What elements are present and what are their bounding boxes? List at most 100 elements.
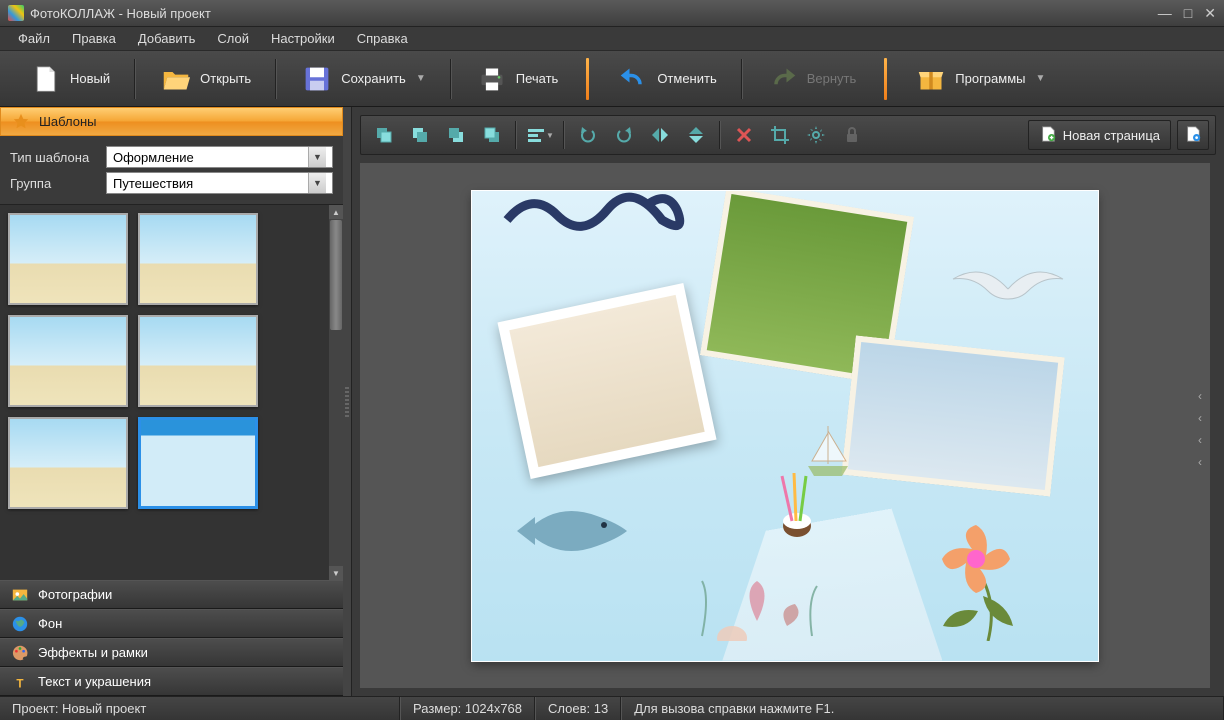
svg-text:T: T: [16, 677, 24, 690]
close-button[interactable]: ✕: [1204, 5, 1216, 22]
menu-help[interactable]: Справка: [347, 28, 418, 49]
right-tab[interactable]: ‹: [1198, 455, 1210, 463]
scrollbar[interactable]: ▲ ▼: [329, 205, 343, 580]
sidebar: Шаблоны Тип шаблона Оформление ▼ Группа …: [0, 107, 352, 696]
template-thumb[interactable]: [8, 315, 128, 407]
programs-label: Программы: [955, 71, 1025, 86]
group-label: Группа: [10, 176, 100, 191]
template-thumb[interactable]: [138, 213, 258, 305]
ribbon-decoration: [502, 191, 742, 243]
new-page-label: Новая страница: [1063, 128, 1160, 143]
shells-decoration: [672, 571, 842, 641]
chevron-down-icon: ▼: [308, 173, 326, 193]
statusbar: Проект: Новый проект Размер: 1024x768 Сл…: [0, 696, 1224, 720]
print-button[interactable]: Печать: [470, 61, 565, 97]
scroll-up-icon[interactable]: ▲: [329, 205, 343, 219]
template-thumb[interactable]: [138, 315, 258, 407]
background-label: Фон: [38, 616, 62, 631]
settings-button[interactable]: [799, 120, 833, 150]
menu-settings[interactable]: Настройки: [261, 28, 345, 49]
main-toolbar: Новый Открыть Сохранить ▼ Печать Отменит…: [0, 51, 1224, 107]
star-icon: [11, 112, 31, 132]
scrollbar-thumb[interactable]: [330, 220, 342, 330]
photo-frame[interactable]: [497, 282, 716, 478]
template-thumb[interactable]: [8, 417, 128, 509]
programs-button[interactable]: Программы ▼: [909, 61, 1051, 97]
bring-front-button[interactable]: [367, 120, 401, 150]
sidebar-splitter[interactable]: [343, 107, 351, 696]
type-select[interactable]: Оформление ▼: [106, 146, 333, 168]
undo-button[interactable]: Отменить: [611, 61, 722, 97]
menu-edit[interactable]: Правка: [62, 28, 126, 49]
align-button[interactable]: ▼: [523, 120, 557, 150]
redo-label: Вернуть: [807, 71, 857, 86]
print-label: Печать: [516, 71, 559, 86]
printer-icon: [476, 65, 508, 93]
accordion-background[interactable]: Фон: [0, 609, 343, 638]
flip-vertical-button[interactable]: [679, 120, 713, 150]
group-value: Путешествия: [113, 176, 193, 191]
canvas-toolbar: ▼ Новая страница: [360, 115, 1216, 155]
right-tab[interactable]: ‹: [1198, 411, 1210, 419]
canvas-viewport[interactable]: ‹ ‹ ‹ ‹: [360, 163, 1210, 688]
folder-open-icon: [160, 65, 192, 93]
type-value: Оформление: [113, 150, 194, 165]
template-thumb[interactable]: [138, 417, 258, 509]
accordion-effects[interactable]: Эффекты и рамки: [0, 638, 343, 667]
right-tab[interactable]: ‹: [1198, 389, 1210, 397]
right-tab[interactable]: ‹: [1198, 433, 1210, 441]
accordion-photos[interactable]: Фотографии: [0, 580, 343, 609]
photos-icon: [10, 585, 30, 605]
cocktail-decoration: [772, 471, 822, 541]
template-thumb[interactable]: [8, 213, 128, 305]
effects-label: Эффекты и рамки: [38, 645, 148, 660]
menu-file[interactable]: Файл: [8, 28, 60, 49]
scroll-down-icon[interactable]: ▼: [329, 566, 343, 580]
text-icon: T: [10, 672, 30, 692]
group-select[interactable]: Путешествия ▼: [106, 172, 333, 194]
status-help: Для вызова справки нажмите F1.: [621, 697, 1224, 720]
save-button[interactable]: Сохранить ▼: [295, 61, 432, 97]
menu-layer[interactable]: Слой: [207, 28, 259, 49]
new-button[interactable]: Новый: [24, 61, 116, 97]
new-page-icon: [1039, 125, 1057, 146]
canvas[interactable]: [472, 191, 1098, 661]
undo-label: Отменить: [657, 71, 716, 86]
crop-button[interactable]: [763, 120, 797, 150]
palette-icon: [10, 643, 30, 663]
right-tabs: ‹ ‹ ‹ ‹: [1198, 389, 1210, 463]
open-label: Открыть: [200, 71, 251, 86]
save-icon: [301, 65, 333, 93]
bring-forward-button[interactable]: [403, 120, 437, 150]
page-gear-icon: [1184, 125, 1202, 146]
send-back-button[interactable]: [475, 120, 509, 150]
open-button[interactable]: Открыть: [154, 61, 257, 97]
accordion-templates[interactable]: Шаблоны: [0, 107, 343, 136]
photos-label: Фотографии: [38, 587, 112, 602]
status-project: Проект: Новый проект: [0, 697, 400, 720]
flip-horizontal-button[interactable]: [643, 120, 677, 150]
chevron-down-icon[interactable]: ▼: [1036, 73, 1046, 84]
accordion-text[interactable]: T Текст и украшения: [0, 667, 343, 696]
minimize-button[interactable]: —: [1158, 5, 1172, 22]
lock-button[interactable]: [835, 120, 869, 150]
chevron-down-icon: ▼: [308, 147, 326, 167]
seagull-decoration: [948, 259, 1068, 319]
app-icon: [8, 5, 24, 21]
page-settings-button[interactable]: [1177, 120, 1209, 150]
type-label: Тип шаблона: [10, 150, 100, 165]
undo-icon: [617, 65, 649, 93]
maximize-button[interactable]: □: [1184, 5, 1192, 22]
new-page-button[interactable]: Новая страница: [1028, 120, 1171, 150]
fish-decoration: [512, 491, 642, 571]
delete-button[interactable]: [727, 120, 761, 150]
photo-stamp[interactable]: [841, 335, 1064, 496]
rotate-left-button[interactable]: [571, 120, 605, 150]
chevron-down-icon[interactable]: ▼: [416, 73, 426, 84]
menu-add[interactable]: Добавить: [128, 28, 205, 49]
rotate-right-button[interactable]: [607, 120, 641, 150]
template-filters: Тип шаблона Оформление ▼ Группа Путешест…: [0, 136, 343, 204]
redo-button[interactable]: Вернуть: [761, 61, 863, 97]
send-backward-button[interactable]: [439, 120, 473, 150]
flower-decoration: [928, 511, 1068, 641]
